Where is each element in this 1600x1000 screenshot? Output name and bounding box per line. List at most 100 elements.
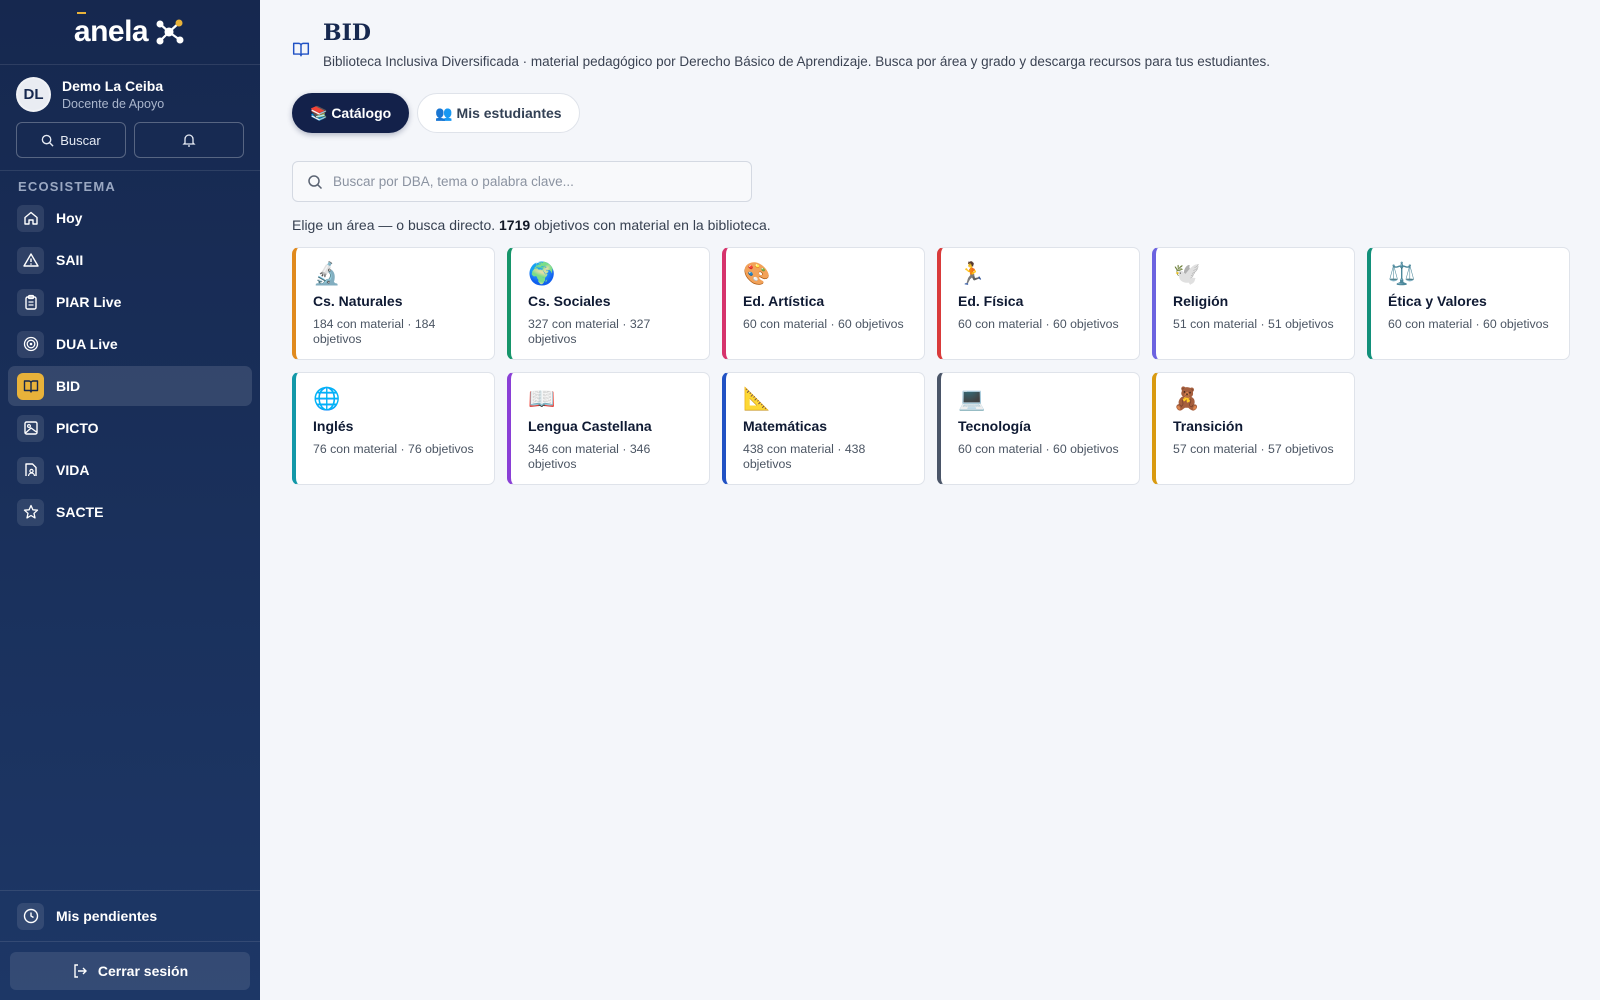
sidebar-item-vida[interactable]: VIDA bbox=[8, 450, 252, 490]
runner-icon: 🏃 bbox=[958, 261, 986, 286]
area-stats: 438 con material · 438 objetivos bbox=[743, 442, 866, 471]
microscope-icon: 🔬 bbox=[313, 261, 341, 286]
area-stats: 60 con material · 60 objetivos bbox=[1388, 317, 1549, 331]
sidebar-item-piar-live[interactable]: PIAR Live bbox=[8, 282, 252, 322]
search-input[interactable] bbox=[333, 174, 733, 189]
brand-logo[interactable]: anela bbox=[0, 0, 260, 65]
search-button[interactable]: Buscar bbox=[16, 122, 126, 158]
area-name: Cs. Naturales bbox=[313, 293, 403, 309]
avatar: DL bbox=[16, 77, 51, 112]
sidebar-item-label: SACTE bbox=[56, 504, 104, 520]
area-card-lengua-castellana[interactable]: 📖 Lengua Castellana 346 con material · 3… bbox=[507, 372, 710, 485]
sidebar-item-label: PICTO bbox=[56, 420, 99, 436]
search-box bbox=[292, 161, 752, 202]
user-name: Demo La Ceiba bbox=[62, 78, 164, 94]
area-name: Ética y Valores bbox=[1388, 293, 1487, 309]
bell-icon bbox=[182, 134, 196, 147]
sidebar-item-label: PIAR Live bbox=[56, 294, 122, 310]
area-stats: 51 con material · 51 objetivos bbox=[1173, 317, 1334, 331]
area-name: Cs. Sociales bbox=[528, 293, 611, 309]
area-stats: 60 con material · 60 objetivos bbox=[958, 317, 1119, 331]
triangle-ruler-icon: 📐 bbox=[743, 386, 771, 411]
tab-mis-estudiantes[interactable]: 👥 Mis estudiantes bbox=[417, 93, 580, 133]
logout-label: Cerrar sesión bbox=[97, 963, 189, 979]
logout-icon bbox=[74, 964, 87, 978]
sidebar-item-dua-live[interactable]: DUA Live bbox=[8, 324, 252, 364]
search-icon bbox=[308, 174, 323, 189]
sidebar-item-hoy[interactable]: Hoy bbox=[8, 198, 252, 238]
area-card-tecnologia[interactable]: 💻 Tecnología 60 con material · 60 objeti… bbox=[937, 372, 1140, 485]
summary-tail: objetivos con material en la biblioteca. bbox=[534, 217, 771, 233]
book-open-icon bbox=[17, 372, 44, 400]
open-book-icon: 📖 bbox=[528, 386, 556, 411]
sidebar-item-saii[interactable]: SAII bbox=[8, 240, 252, 280]
area-stats: 346 con material · 346 objetivos bbox=[528, 442, 651, 471]
summary-intro: Elige un área — o busca directo. bbox=[292, 217, 496, 233]
pending-label: Mis pendientes bbox=[56, 908, 158, 924]
file-user-icon bbox=[17, 456, 44, 484]
book-open-icon bbox=[292, 42, 310, 57]
area-name: Lengua Castellana bbox=[528, 418, 652, 434]
objectives-count: 1719 bbox=[499, 217, 531, 233]
search-button-label: Buscar bbox=[60, 132, 101, 148]
sidebar-item-picto[interactable]: PICTO bbox=[8, 408, 252, 448]
user-profile[interactable]: DL Demo La Ceiba Docente de Apoyo bbox=[0, 65, 260, 112]
area-card-cs-sociales[interactable]: 🌍 Cs. Sociales 327 con material · 327 ob… bbox=[507, 247, 710, 360]
star-icon bbox=[17, 498, 44, 526]
page-header: BID Biblioteca Inclusiva Diversificada ·… bbox=[292, 20, 1572, 69]
area-name: Inglés bbox=[313, 418, 354, 434]
view-tabs: 📚 Catálogo 👥 Mis estudiantes bbox=[292, 93, 1572, 133]
main-content: BID Biblioteca Inclusiva Diversificada ·… bbox=[292, 20, 1572, 485]
sidebar-item-label: DUA Live bbox=[56, 336, 118, 352]
area-card-transicion[interactable]: 🧸 Transición 57 con material · 57 objeti… bbox=[1152, 372, 1355, 485]
quick-actions: Buscar bbox=[0, 112, 260, 171]
teddy-bear-icon: 🧸 bbox=[1173, 386, 1201, 411]
sidebar-item-label: VIDA bbox=[56, 462, 90, 478]
search-icon bbox=[41, 134, 54, 147]
pending-tasks-link[interactable]: Mis pendientes bbox=[0, 890, 260, 942]
area-stats: 57 con material · 57 objetivos bbox=[1173, 442, 1334, 456]
sidebar-item-label: Hoy bbox=[56, 210, 83, 226]
area-stats: 76 con material · 76 objetivos bbox=[313, 442, 474, 456]
palette-icon: 🎨 bbox=[743, 261, 771, 286]
area-card-ingles[interactable]: 🌐 Inglés 76 con material · 76 objetivos bbox=[292, 372, 495, 485]
sidebar: anela DL Demo La Ceiba Docente de Apoyo … bbox=[0, 0, 260, 1000]
home-icon bbox=[17, 204, 44, 232]
laptop-icon: 💻 bbox=[958, 386, 986, 411]
scales-icon: ⚖️ bbox=[1388, 261, 1416, 286]
page-title: BID bbox=[323, 20, 371, 46]
area-name: Religión bbox=[1173, 293, 1229, 309]
globe-icon: 🌍 bbox=[528, 261, 556, 286]
area-stats: 184 con material · 184 objetivos bbox=[313, 317, 436, 346]
network-logo-icon bbox=[156, 19, 184, 45]
page-subtitle: Biblioteca Inclusiva Diversificada · mat… bbox=[323, 54, 1271, 69]
dove-icon: 🕊️ bbox=[1173, 261, 1201, 286]
summary-text: Elige un área — o busca directo. 1719 ob… bbox=[292, 217, 1572, 233]
target-icon bbox=[17, 330, 44, 358]
area-name: Transición bbox=[1173, 418, 1244, 434]
sidebar-item-bid[interactable]: BID bbox=[8, 366, 252, 406]
area-card-matematicas[interactable]: 📐 Matemáticas 438 con material · 438 obj… bbox=[722, 372, 925, 485]
alert-triangle-icon bbox=[17, 246, 44, 274]
logout-button[interactable]: Cerrar sesión bbox=[10, 952, 250, 990]
area-name: Ed. Física bbox=[958, 293, 1024, 309]
area-card-ed-artistica[interactable]: 🎨 Ed. Artística 60 con material · 60 obj… bbox=[722, 247, 925, 360]
image-icon bbox=[17, 414, 44, 442]
area-stats: 327 con material · 327 objetivos bbox=[528, 317, 651, 346]
sidebar-nav: Hoy SAII PIAR Live DUA Live BID PICTO VI… bbox=[0, 198, 260, 532]
globe-meridians-icon: 🌐 bbox=[313, 386, 341, 411]
area-card-religion[interactable]: 🕊️ Religión 51 con material · 51 objetiv… bbox=[1152, 247, 1355, 360]
sidebar-item-sacte[interactable]: SACTE bbox=[8, 492, 252, 532]
area-grid: 🔬 Cs. Naturales 184 con material · 184 o… bbox=[292, 247, 1572, 485]
area-name: Matemáticas bbox=[743, 418, 828, 434]
area-name: Tecnología bbox=[958, 418, 1031, 434]
area-card-ed-fisica[interactable]: 🏃 Ed. Física 60 con material · 60 objeti… bbox=[937, 247, 1140, 360]
area-card-etica-valores[interactable]: ⚖️ Ética y Valores 60 con material · 60 … bbox=[1367, 247, 1570, 360]
tab-catalogo[interactable]: 📚 Catálogo bbox=[292, 93, 410, 133]
area-card-cs-naturales[interactable]: 🔬 Cs. Naturales 184 con material · 184 o… bbox=[292, 247, 495, 360]
sidebar-item-label: SAII bbox=[56, 252, 84, 268]
user-role: Docente de Apoyo bbox=[62, 97, 165, 111]
clipboard-icon bbox=[17, 288, 44, 316]
notifications-button[interactable] bbox=[134, 122, 244, 158]
area-stats: 60 con material · 60 objetivos bbox=[958, 442, 1119, 456]
